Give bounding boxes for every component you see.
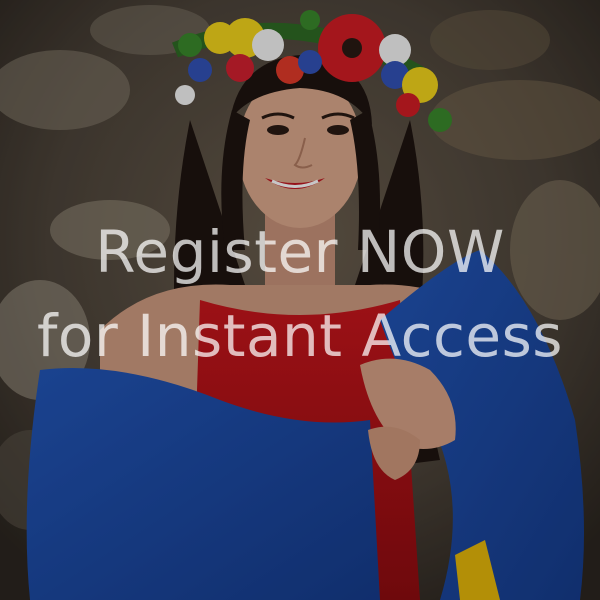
- cta-line-register[interactable]: Register NOW: [0, 210, 600, 294]
- register-cta[interactable]: Register NOW for Instant Access: [0, 210, 600, 378]
- cta-line-access[interactable]: for Instant Access: [0, 294, 600, 378]
- promo-banner[interactable]: Register NOW for Instant Access: [0, 0, 600, 600]
